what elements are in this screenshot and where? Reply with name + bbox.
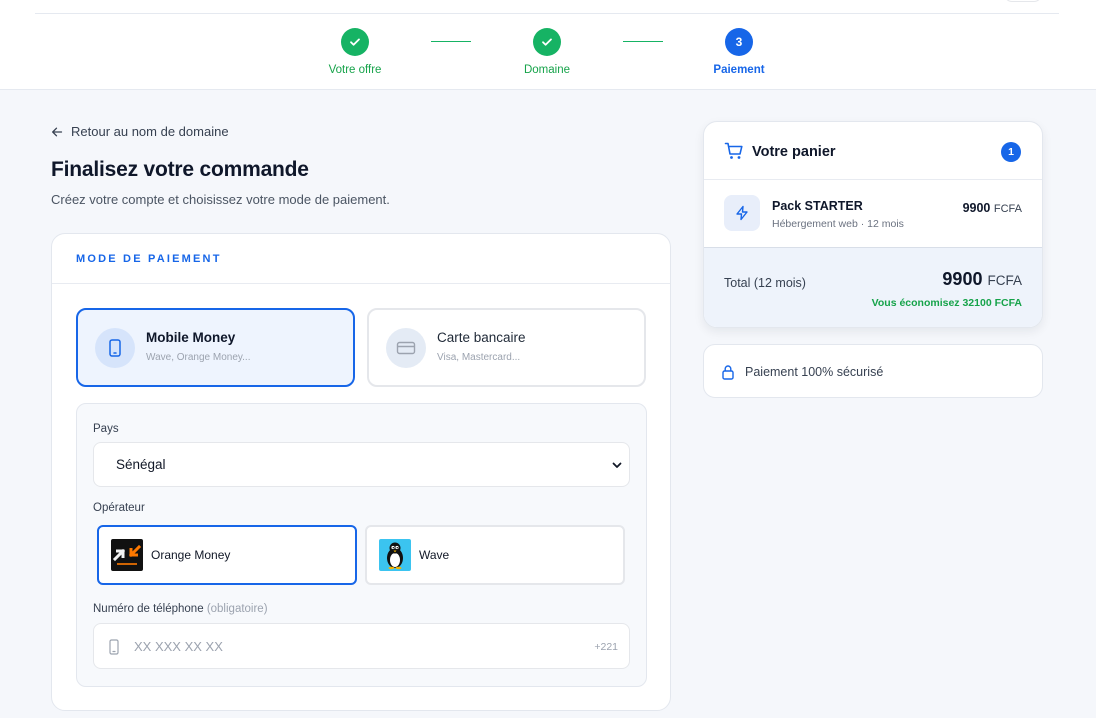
operator-name: Orange Money	[151, 548, 231, 562]
security-notice: Paiement 100% sécurisé	[703, 344, 1043, 398]
total-currency: FCFA	[987, 273, 1022, 288]
payment-method-card: MODE DE PAIEMENT Mobile Money Wave, Oran…	[51, 233, 671, 711]
cart-item-amount: 9900	[962, 201, 991, 215]
cart-total: Total (12 mois) 9900 FCFA Vous économise…	[704, 248, 1042, 327]
shopping-cart-icon	[724, 142, 743, 159]
lock-icon	[722, 365, 734, 380]
cart-header: Votre panier 1	[704, 122, 1042, 180]
progress-header: Votre offre Domaine 3 Paiement	[0, 0, 1096, 90]
credit-card-icon	[386, 328, 426, 368]
page-subtitle: Créez votre compte et choisissez votre m…	[51, 192, 390, 207]
back-link-label: Retour au nom de domaine	[71, 124, 229, 139]
country-value: Sénégal	[116, 457, 166, 472]
arrow-left-icon	[52, 127, 63, 136]
phone-label: Numéro de téléphone (obligatoire)	[93, 603, 268, 615]
header-divider	[35, 13, 1059, 14]
section-title: MODE DE PAIEMENT	[52, 234, 670, 284]
cart-title: Votre panier	[752, 144, 836, 160]
wave-penguin-logo	[379, 539, 411, 571]
smartphone-icon	[109, 639, 119, 655]
country-label: Pays	[93, 423, 119, 435]
phone-field: +221	[93, 623, 630, 669]
header-corner-control	[1004, 0, 1042, 2]
lightning-icon	[724, 195, 760, 231]
cart-summary: Votre panier 1 Pack STARTER Hébergement …	[703, 121, 1043, 328]
operator-orange-money[interactable]: Orange Money	[97, 525, 357, 585]
step-votre-offre: Votre offre	[295, 28, 415, 76]
phone-prefix: +221	[594, 641, 618, 653]
method-description: Visa, Mastercard...	[437, 352, 521, 363]
total-price: 9900 FCFA	[942, 269, 1022, 290]
phone-input[interactable]	[134, 636, 554, 656]
checkmark-icon	[341, 28, 369, 56]
operator-wave[interactable]: Wave	[365, 525, 625, 585]
total-amount: 9900	[942, 269, 983, 289]
method-mobile-money[interactable]: Mobile Money Wave, Orange Money...	[76, 308, 355, 387]
country-select[interactable]: Sénégal	[93, 442, 630, 487]
smartphone-icon	[95, 328, 135, 368]
phone-label-hint: (obligatoire)	[206, 603, 268, 615]
cart-item: Pack STARTER Hébergement web · 12 mois 9…	[704, 180, 1042, 248]
step-label: Paiement	[713, 64, 765, 76]
method-carte-bancaire[interactable]: Carte bancaire Visa, Mastercard...	[367, 308, 646, 387]
method-name: Carte bancaire	[437, 330, 526, 345]
page-title: Finalisez votre commande	[51, 158, 309, 181]
step-connector	[431, 41, 471, 42]
chevron-down-icon	[612, 462, 622, 468]
step-label: Votre offre	[328, 64, 382, 76]
step-paiement: 3 Paiement	[679, 28, 799, 76]
savings-text: Vous économisez 32100 FCFA	[871, 297, 1022, 309]
cart-item-description: Hébergement web · 12 mois	[772, 218, 904, 230]
back-to-domain-link[interactable]: Retour au nom de domaine	[51, 124, 229, 139]
total-label: Total (12 mois)	[724, 276, 806, 290]
phone-label-text: Numéro de téléphone	[93, 603, 204, 615]
cart-item-name: Pack STARTER	[772, 199, 863, 213]
step-connector	[623, 41, 663, 42]
method-name: Mobile Money	[146, 330, 236, 345]
step-label: Domaine	[523, 64, 571, 76]
method-description: Wave, Orange Money...	[146, 352, 251, 363]
step-domaine: Domaine	[487, 28, 607, 76]
step-number: 3	[725, 28, 753, 56]
orange-money-logo	[111, 539, 143, 571]
security-text: Paiement 100% sécurisé	[745, 365, 884, 379]
operator-label: Opérateur	[93, 502, 145, 514]
cart-count-badge: 1	[1001, 142, 1021, 162]
mobile-money-form: Pays Sénégal Opérateur Orange Money Wave…	[76, 403, 647, 687]
operator-name: Wave	[419, 548, 450, 562]
checkmark-icon	[533, 28, 561, 56]
cart-item-price: 9900 FCFA	[963, 201, 1022, 215]
cart-item-currency: FCFA	[993, 203, 1022, 215]
